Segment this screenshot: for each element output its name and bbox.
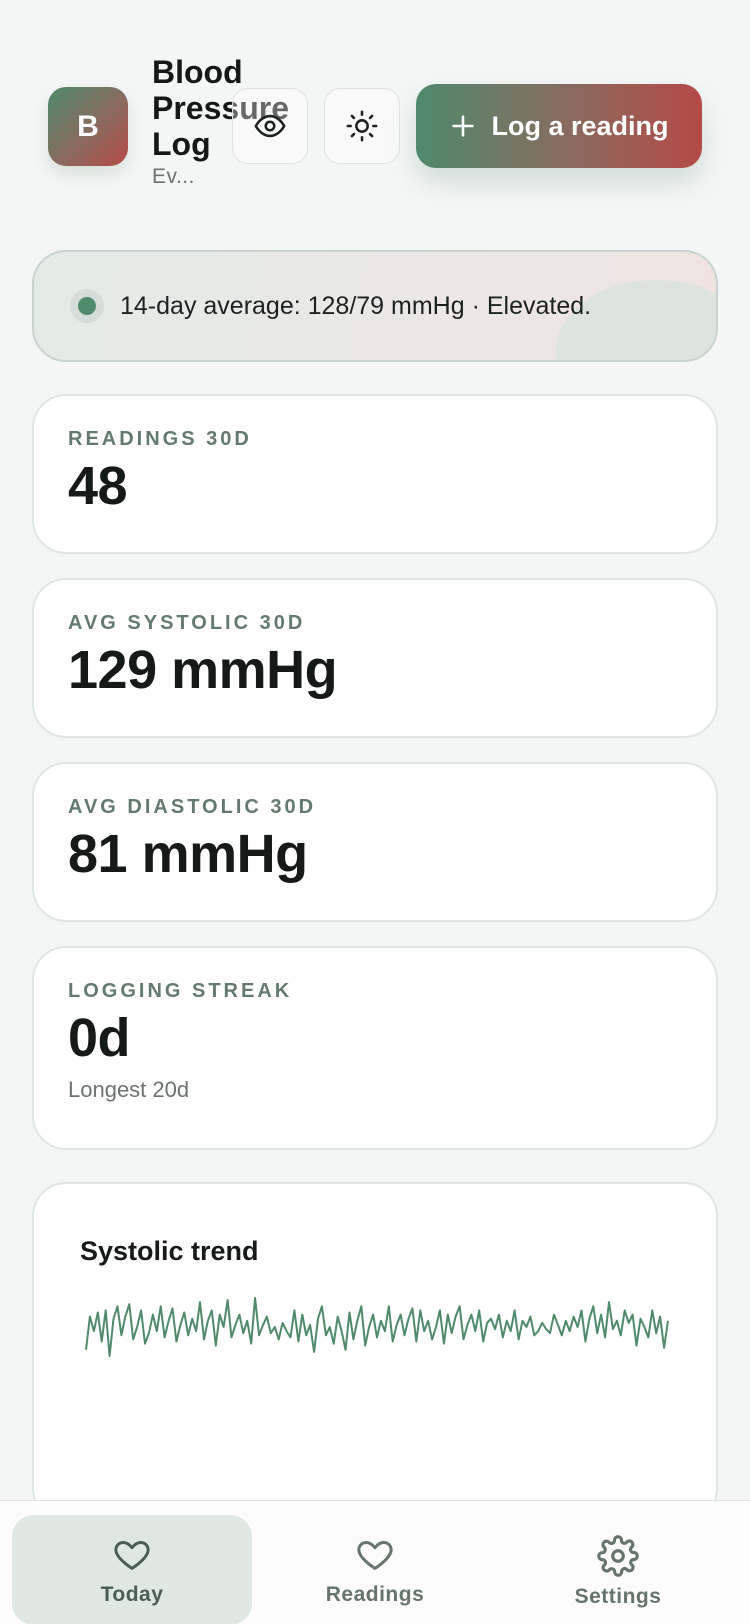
app-screen: B Blood Pressure Log Ev... Log a reading…	[0, 0, 750, 1624]
eye-icon	[254, 114, 286, 138]
stat-card-readings: READINGS 30D 48	[32, 394, 718, 554]
status-dot-icon	[70, 289, 104, 323]
systolic-sparkline	[85, 1297, 669, 1357]
stat-card-avg-diastolic: AVG DIASTOLIC 30D 81 mmHg	[32, 762, 718, 922]
stat-subtext: Longest 20d	[68, 1077, 190, 1102]
privacy-toggle-button[interactable]	[232, 88, 308, 164]
stat-label: AVG SYSTOLIC 30D	[68, 612, 306, 634]
nav-tab-today[interactable]: Today	[12, 1515, 252, 1624]
stat-card-logging-streak: LOGGING STREAK 0d Longest 20d	[32, 946, 718, 1150]
log-reading-button[interactable]: Log a reading	[416, 84, 702, 168]
stat-label: AVG DIASTOLIC 30D	[68, 796, 317, 818]
gear-icon	[597, 1535, 639, 1577]
stat-value: 81 mmHg	[68, 824, 308, 884]
stat-label: LOGGING STREAK	[68, 980, 293, 1002]
bottom-nav: Today Readings Settings	[0, 1500, 750, 1624]
theme-toggle-button[interactable]	[324, 88, 400, 164]
log-reading-label: Log a reading	[491, 110, 669, 141]
systolic-series-line	[85, 1297, 669, 1357]
status-banner: 14-day average: 128/79 mmHg · Elevated.	[32, 250, 718, 362]
chart-title: Systolic trend	[80, 1236, 259, 1266]
nav-tab-readings[interactable]: Readings	[255, 1515, 495, 1624]
status-text: 14-day average: 128/79 mmHg · Elevated.	[120, 291, 592, 320]
stat-value: 129 mmHg	[68, 640, 338, 700]
avatar[interactable]: B	[48, 87, 128, 166]
stat-label: READINGS 30D	[68, 428, 252, 450]
app-subtitle: Ev...	[152, 165, 195, 188]
sun-icon	[346, 110, 378, 142]
stat-value: 48	[68, 456, 128, 516]
plus-icon	[452, 115, 475, 137]
heart-icon	[114, 1541, 150, 1570]
systolic-trend-card: Systolic trend	[32, 1182, 718, 1522]
stat-card-avg-systolic: AVG SYSTOLIC 30D 129 mmHg	[32, 578, 718, 738]
nav-label-readings: Readings	[325, 1583, 425, 1606]
nav-tab-settings[interactable]: Settings	[498, 1515, 738, 1624]
stat-value: 0d	[68, 1008, 131, 1068]
heart-icon	[357, 1541, 393, 1570]
nav-label-settings: Settings	[574, 1585, 662, 1608]
nav-label-today: Today	[100, 1583, 164, 1606]
